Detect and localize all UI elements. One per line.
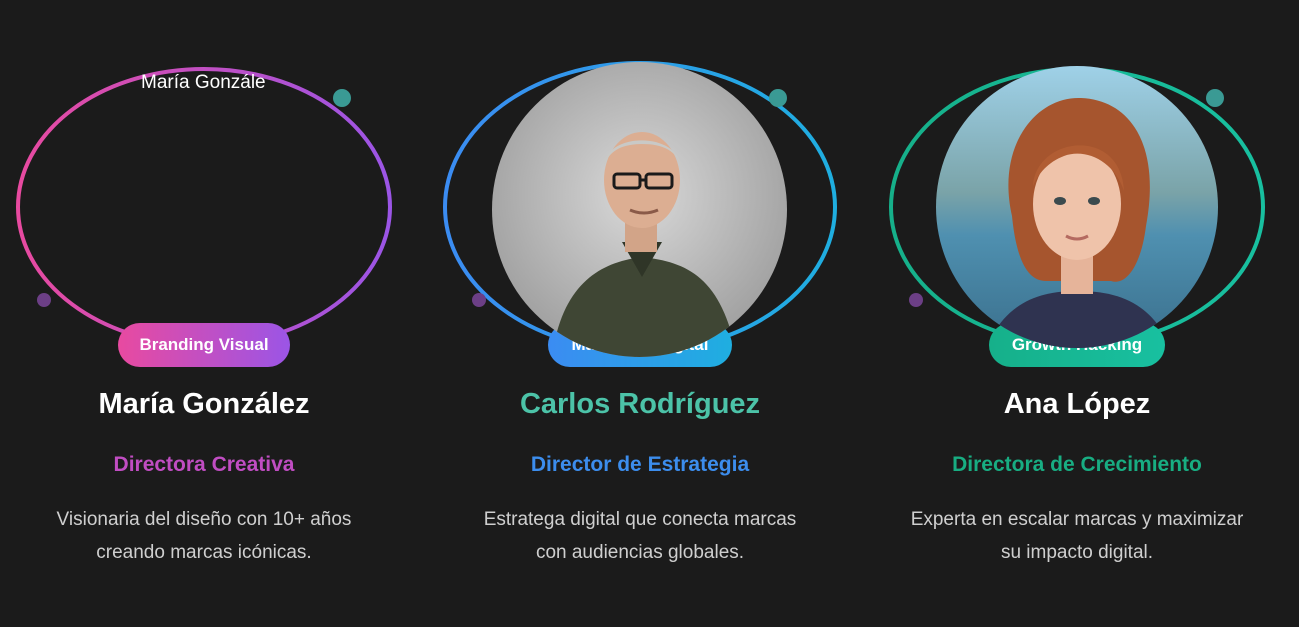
member-bio: Visionaria del diseño con 10+ años crean… [4, 503, 404, 569]
member-photo-broken: María Gonzále [124, 60, 284, 110]
accent-dot-bottom [909, 293, 923, 307]
bio-line: Experta en escalar marcas y maximizar [910, 509, 1244, 530]
member-bio: Estratega digital que conecta marcas con… [440, 503, 840, 569]
member-name: Carlos Rodríguez [519, 388, 761, 420]
bio-line: su impacto digital. [1000, 542, 1154, 563]
member-role: Directora de Crecimiento [952, 453, 1202, 476]
member-role: Directora Creativa [113, 453, 295, 476]
bio-line: con audiencias globales. [535, 542, 745, 563]
member-name: Ana López [1003, 388, 1151, 420]
specialty-badge: Branding Visual [118, 323, 290, 367]
team-card-carlos: Marketing Digital [440, 0, 840, 627]
member-photo [936, 66, 1218, 348]
bio-line: creando marcas icónicas. [96, 542, 312, 563]
person-portrait-icon [492, 62, 787, 357]
team-card-ana: Growth Hacking [877, 0, 1277, 627]
image-alt-text: María Gonzále [141, 72, 266, 93]
accent-dot-bottom [37, 293, 51, 307]
member-photo [492, 62, 787, 357]
accent-dot-bottom [472, 293, 486, 307]
member-bio: Experta en escalar marcas y maximizar su… [877, 503, 1277, 569]
bio-line: Estratega digital que conecta marcas [483, 509, 797, 530]
accent-dot-top [769, 89, 787, 107]
team-card-maria: María Gonzále Branding Visual María Gonz… [4, 0, 404, 627]
bio-line: Visionaria del diseño con 10+ años [56, 509, 352, 530]
accent-dot-top [333, 89, 351, 107]
team-section: María Gonzále Branding Visual María Gonz… [0, 0, 1299, 627]
accent-dot-top [1206, 89, 1224, 107]
member-role: Director de Estrategia [530, 453, 750, 476]
person-portrait-icon [936, 66, 1218, 348]
member-name: María González [98, 388, 310, 420]
